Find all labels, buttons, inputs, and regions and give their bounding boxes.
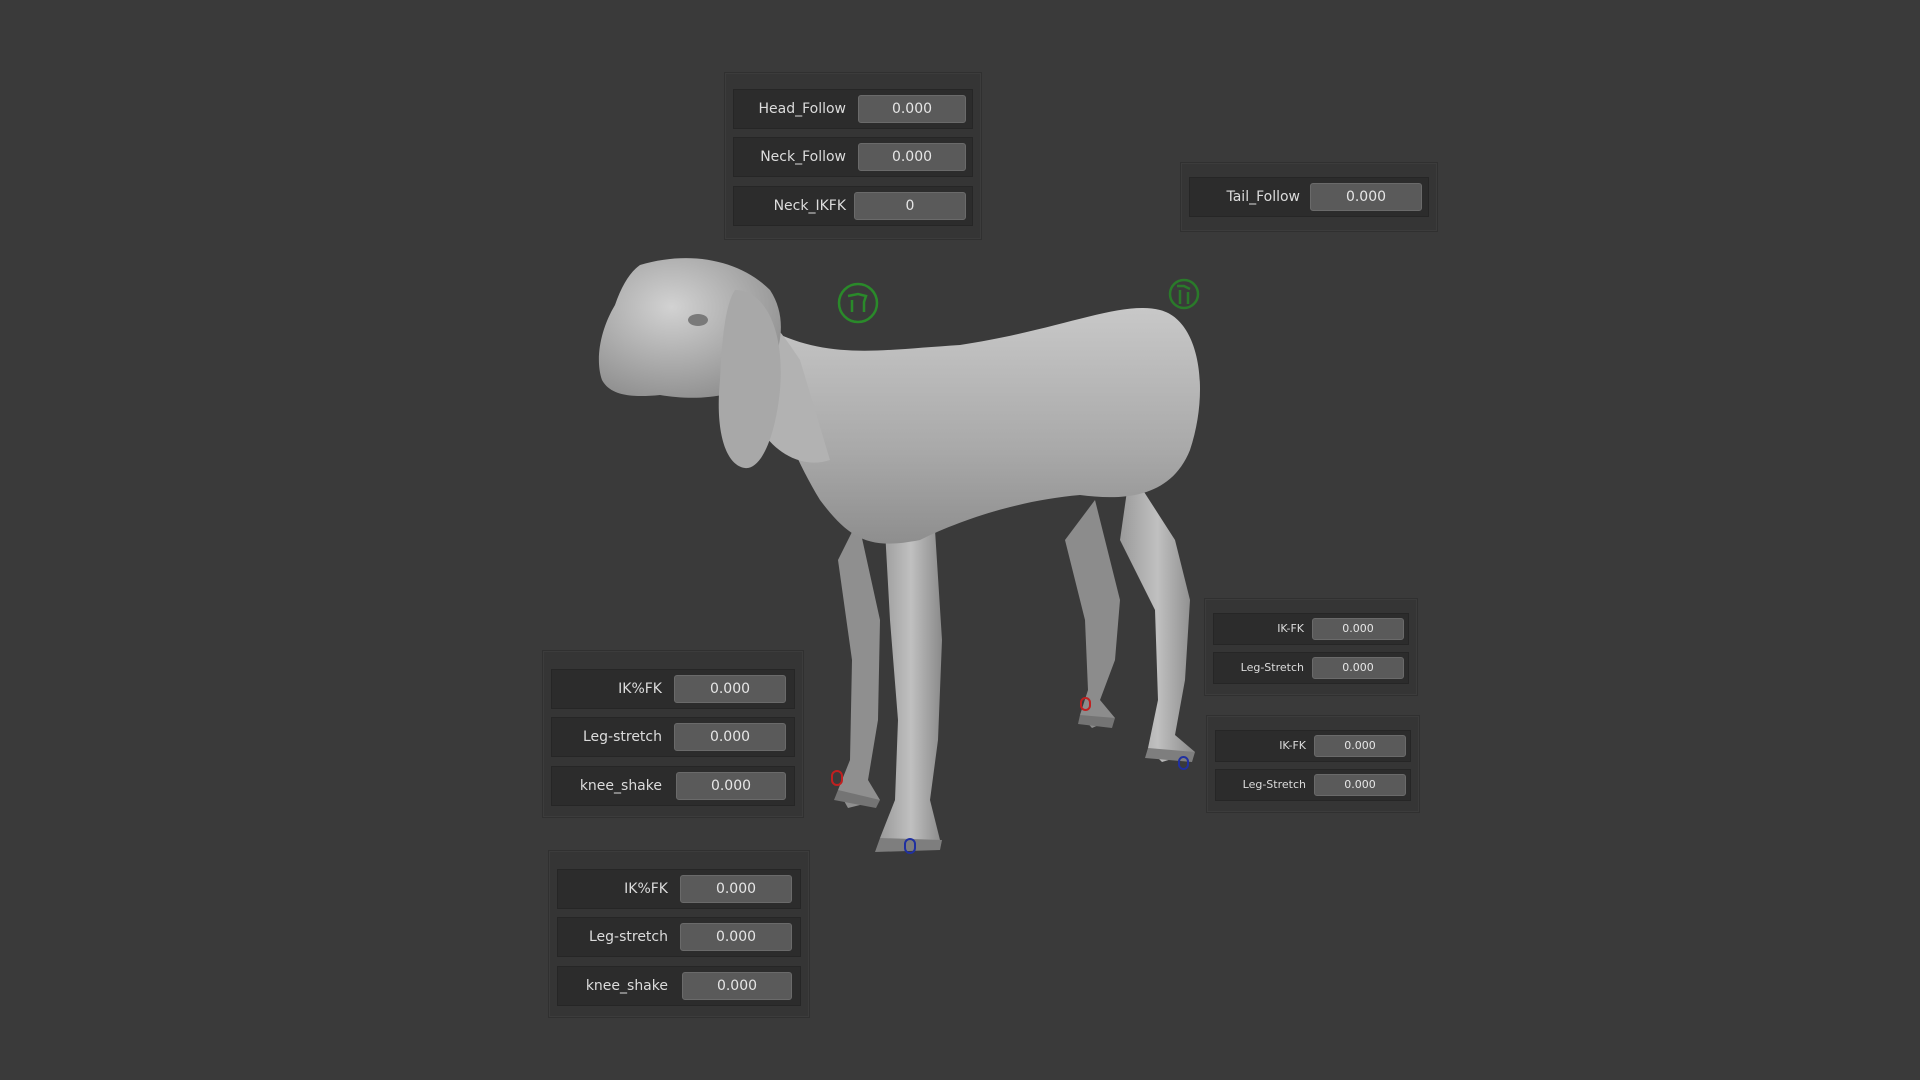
knee-shake-row: knee_shake 0.000 xyxy=(557,966,801,1006)
head-follow-row: Head_Follow 0.000 xyxy=(733,89,973,129)
ik-fk-field[interactable]: 0.000 xyxy=(1312,618,1404,640)
hind-leg-panel-1: IK-FK 0.000 Leg-Stretch 0.000 xyxy=(1204,598,1418,696)
knee-shake-field[interactable]: 0.000 xyxy=(682,972,792,1000)
leg-stretch-row: Leg-Stretch 0.000 xyxy=(1213,652,1409,684)
ik-fk-label: IK-FK xyxy=(1279,739,1306,752)
leg-stretch-label: Leg-Stretch xyxy=(1242,778,1306,791)
leg-stretch-field[interactable]: 0.000 xyxy=(674,723,786,751)
leg-stretch-field[interactable]: 0.000 xyxy=(1312,657,1404,679)
front-leg-panel-2: IK%FK 0.000 Leg-stretch 0.000 knee_shake… xyxy=(548,850,810,1018)
tail-follow-label: Tail_Follow xyxy=(1226,189,1300,205)
knee-shake-label: knee_shake xyxy=(585,978,668,994)
knee-shake-row: knee_shake 0.000 xyxy=(551,766,795,806)
ik-handle-icon[interactable] xyxy=(831,770,843,786)
neck-follow-label: Neck_Follow xyxy=(760,149,846,165)
ik-fk-row: IK%FK 0.000 xyxy=(557,869,801,909)
leg-stretch-row: Leg-Stretch 0.000 xyxy=(1215,769,1411,801)
fk-handle-icon[interactable] xyxy=(904,838,916,854)
ik-fk-field[interactable]: 0.000 xyxy=(680,875,792,903)
knee-shake-label: knee_shake xyxy=(579,778,662,794)
hind-leg-far xyxy=(1065,500,1120,728)
ik-handle-icon[interactable] xyxy=(1080,697,1091,711)
lamb-tail-icon[interactable] xyxy=(1168,274,1200,314)
hind-leg-near xyxy=(1120,470,1195,762)
neck-ikfk-field[interactable]: 0 xyxy=(854,192,966,220)
front-leg-near xyxy=(880,530,942,848)
eye xyxy=(688,314,708,326)
head-controls-panel: Head_Follow 0.000 Neck_Follow 0.000 Neck… xyxy=(724,72,982,240)
ik-fk-label: IK%FK xyxy=(624,881,668,897)
fk-handle-icon[interactable] xyxy=(1178,756,1189,770)
ik-fk-row: IK-FK 0.000 xyxy=(1213,613,1409,645)
neck-follow-row: Neck_Follow 0.000 xyxy=(733,137,973,177)
leg-stretch-field[interactable]: 0.000 xyxy=(680,923,792,951)
leg-stretch-label: Leg-stretch xyxy=(582,729,662,745)
head-follow-field[interactable]: 0.000 xyxy=(858,95,966,123)
leg-stretch-row: Leg-stretch 0.000 xyxy=(557,917,801,957)
leg-stretch-row: Leg-stretch 0.000 xyxy=(551,717,795,757)
ik-fk-field[interactable]: 0.000 xyxy=(674,675,786,703)
front-leg-far xyxy=(838,520,880,808)
ik-fk-field[interactable]: 0.000 xyxy=(1314,735,1406,757)
tail-follow-row: Tail_Follow 0.000 xyxy=(1189,177,1429,217)
leg-stretch-label: Leg-Stretch xyxy=(1240,661,1304,674)
3d-viewport[interactable]: Head_Follow 0.000 Neck_Follow 0.000 Neck… xyxy=(0,0,1920,1080)
tail-controls-panel: Tail_Follow 0.000 xyxy=(1180,162,1438,232)
lamb-head-icon[interactable] xyxy=(836,280,880,326)
leg-stretch-field[interactable]: 0.000 xyxy=(1314,774,1406,796)
neck-follow-field[interactable]: 0.000 xyxy=(858,143,966,171)
hind-leg-panel-2: IK-FK 0.000 Leg-Stretch 0.000 xyxy=(1206,715,1420,813)
neck-ikfk-row: Neck_IKFK 0 xyxy=(733,186,973,226)
leg-stretch-label: Leg-stretch xyxy=(588,929,668,945)
front-leg-panel-1: IK%FK 0.000 Leg-stretch 0.000 knee_shake… xyxy=(542,650,804,818)
ik-fk-label: IK-FK xyxy=(1277,622,1304,635)
ik-fk-label: IK%FK xyxy=(618,681,662,697)
ik-fk-row: IK%FK 0.000 xyxy=(551,669,795,709)
head-follow-label: Head_Follow xyxy=(758,101,846,117)
tail-follow-field[interactable]: 0.000 xyxy=(1310,183,1422,211)
neck-ikfk-label: Neck_IKFK xyxy=(773,198,846,214)
ik-fk-row: IK-FK 0.000 xyxy=(1215,730,1411,762)
knee-shake-field[interactable]: 0.000 xyxy=(676,772,786,800)
